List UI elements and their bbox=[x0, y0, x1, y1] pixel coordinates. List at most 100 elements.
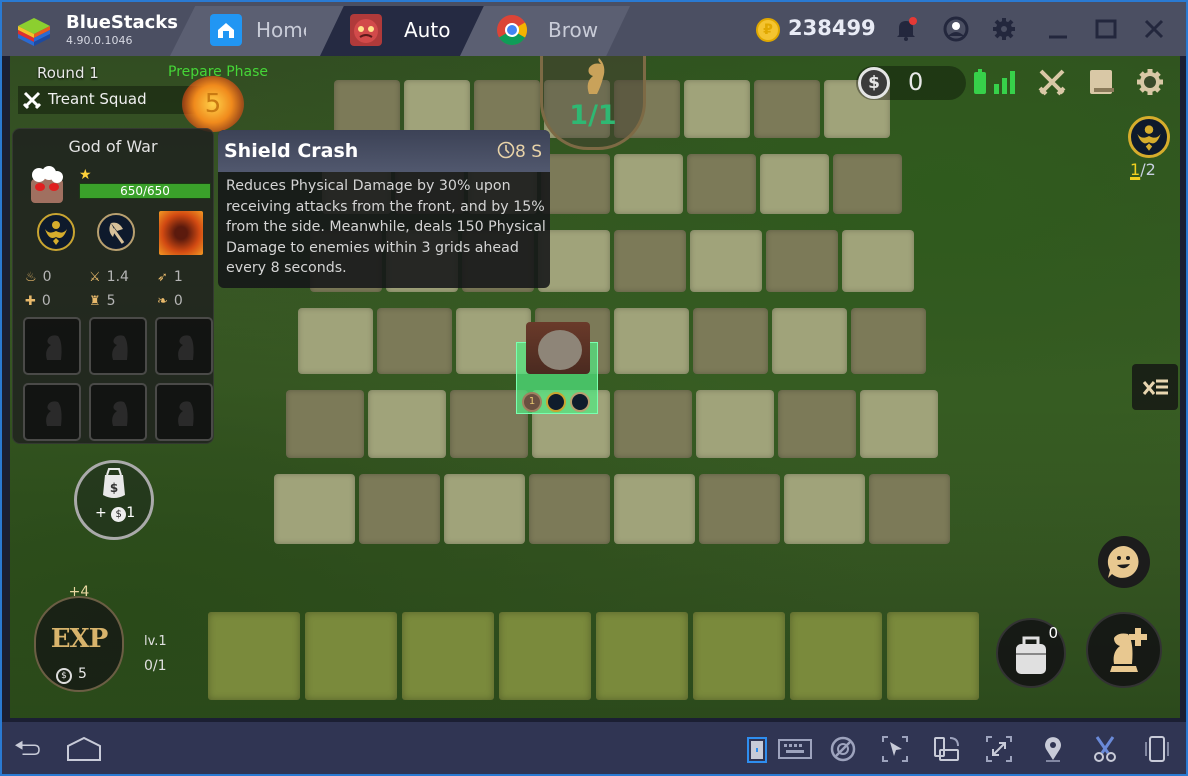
unit-info-panel: God of War ★ 650/650 ♨ 0 ⚔ 1.4 ➶ 1 ✚ 0 ♜… bbox=[12, 128, 214, 444]
board-tile[interactable] bbox=[699, 474, 780, 544]
board-tile[interactable] bbox=[614, 154, 683, 214]
trait-badge-primary[interactable] bbox=[37, 213, 75, 251]
bench-slot[interactable] bbox=[790, 612, 882, 700]
board-tile[interactable] bbox=[286, 390, 364, 458]
board-tile[interactable] bbox=[529, 474, 610, 544]
board-tile[interactable] bbox=[274, 474, 355, 544]
bench-slot[interactable] bbox=[402, 612, 494, 700]
game-settings-button[interactable] bbox=[1134, 66, 1166, 98]
shake-button[interactable] bbox=[1142, 734, 1172, 764]
unit-portrait-icon[interactable] bbox=[27, 165, 67, 205]
board-tile[interactable] bbox=[614, 230, 686, 292]
minimize-button[interactable] bbox=[1044, 15, 1072, 43]
player-level: lv.1 bbox=[144, 634, 167, 649]
keyboard-button[interactable] bbox=[776, 734, 814, 764]
bench-slot[interactable] bbox=[693, 612, 785, 700]
close-button[interactable] bbox=[1140, 15, 1168, 43]
handbook-button[interactable] bbox=[1086, 66, 1118, 98]
board-tile[interactable] bbox=[696, 390, 774, 458]
recruit-chess-button[interactable] bbox=[1086, 612, 1162, 688]
brand: BlueStacks 4.90.0.1046 bbox=[12, 10, 192, 50]
board-tile[interactable] bbox=[359, 474, 440, 544]
board-tile[interactable] bbox=[444, 474, 525, 544]
trait-badge-class[interactable] bbox=[97, 213, 135, 251]
board-tile[interactable] bbox=[690, 230, 762, 292]
svg-text:$: $ bbox=[110, 481, 118, 495]
board-tile[interactable] bbox=[869, 474, 950, 544]
board-tile[interactable] bbox=[368, 390, 446, 458]
emote-button[interactable] bbox=[1098, 536, 1150, 588]
board-tile[interactable] bbox=[833, 154, 902, 214]
back-button[interactable] bbox=[12, 734, 42, 764]
board-tile[interactable] bbox=[298, 308, 373, 374]
board-tile[interactable] bbox=[842, 230, 914, 292]
battle-log-button[interactable] bbox=[1036, 66, 1068, 98]
board-tile[interactable] bbox=[784, 474, 865, 544]
star-icon: ★ bbox=[79, 167, 92, 183]
knight-placeholder-icon bbox=[112, 401, 128, 426]
board-tile[interactable] bbox=[614, 474, 695, 544]
sword-list-icon bbox=[1142, 379, 1168, 395]
bench[interactable] bbox=[204, 612, 994, 702]
knight-icon bbox=[587, 58, 605, 94]
item-slot[interactable] bbox=[89, 383, 147, 441]
chess-unit-god-of-war[interactable]: 1 bbox=[516, 322, 598, 414]
inventory-button[interactable]: 0 bbox=[996, 618, 1066, 688]
stat-5: ❧ 0 bbox=[157, 293, 183, 309]
item-slot[interactable] bbox=[23, 317, 81, 375]
notifications-button[interactable] bbox=[892, 15, 920, 43]
synergy-list-toggle[interactable] bbox=[1132, 364, 1178, 410]
board-tile[interactable] bbox=[778, 390, 856, 458]
bench-slot[interactable] bbox=[887, 612, 979, 700]
board-tile[interactable] bbox=[687, 154, 756, 214]
stat-1: ⚔ 1.4 bbox=[89, 269, 129, 285]
fullscreen-button[interactable] bbox=[984, 734, 1014, 764]
board-tile[interactable] bbox=[772, 308, 847, 374]
board-tile[interactable] bbox=[684, 80, 750, 138]
item-slot[interactable] bbox=[23, 383, 81, 441]
board-tile[interactable] bbox=[860, 390, 938, 458]
rotate-screen-button[interactable] bbox=[932, 734, 962, 764]
synergy-badge[interactable] bbox=[1128, 116, 1170, 158]
inventory-count: 0 bbox=[1048, 624, 1058, 642]
knight-plus-icon bbox=[1110, 628, 1147, 672]
board-tile[interactable] bbox=[377, 308, 452, 374]
home-button[interactable] bbox=[64, 734, 104, 764]
game-viewport[interactable]: Round 1 Prepare Phase Treant Squad 5 God… bbox=[10, 56, 1180, 718]
item-slot[interactable] bbox=[155, 383, 213, 441]
board-tile[interactable] bbox=[754, 80, 820, 138]
bench-slot[interactable] bbox=[305, 612, 397, 700]
knight-placeholder-icon bbox=[46, 401, 62, 426]
board-tile[interactable] bbox=[760, 154, 829, 214]
lock-cursor-button[interactable] bbox=[742, 734, 772, 764]
maximize-button[interactable] bbox=[1092, 15, 1120, 43]
board-tile[interactable] bbox=[766, 230, 838, 292]
item-slot[interactable] bbox=[155, 317, 213, 375]
board-tile[interactable] bbox=[541, 154, 610, 214]
game-controls-button[interactable] bbox=[880, 734, 910, 764]
board-tile[interactable] bbox=[614, 308, 689, 374]
board-tile[interactable] bbox=[693, 308, 768, 374]
eco-mode-button[interactable] bbox=[828, 734, 858, 764]
exp-cost: $5 bbox=[56, 666, 87, 684]
location-button[interactable] bbox=[1038, 734, 1068, 764]
sell-chess-button[interactable]: $ + $1 bbox=[74, 460, 154, 540]
board-tile[interactable] bbox=[851, 308, 926, 374]
board-tile[interactable] bbox=[614, 390, 692, 458]
screenshot-button[interactable] bbox=[1090, 734, 1120, 764]
skill-cooldown: 8 S bbox=[497, 141, 542, 162]
bow-range-icon: ➶ bbox=[157, 270, 168, 285]
smiley-chat-icon bbox=[1107, 545, 1139, 578]
bench-slot[interactable] bbox=[499, 612, 591, 700]
bench-slot[interactable] bbox=[596, 612, 688, 700]
bench-slot[interactable] bbox=[208, 612, 300, 700]
stat-0: ♨ 0 bbox=[25, 269, 52, 285]
class-mini-badge bbox=[570, 392, 590, 412]
item-slot[interactable] bbox=[89, 317, 147, 375]
settings-button[interactable] bbox=[990, 15, 1018, 43]
skill-shield-crash-icon[interactable] bbox=[159, 211, 203, 255]
race-mini-badge bbox=[546, 392, 566, 412]
buy-exp-button[interactable]: +4 EXP $5 bbox=[34, 582, 124, 702]
tab-browser[interactable]: Brows bbox=[460, 6, 630, 56]
account-button[interactable] bbox=[942, 15, 970, 43]
